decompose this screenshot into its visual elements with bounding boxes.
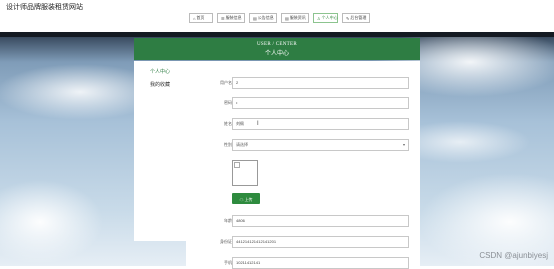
background-top-strip xyxy=(0,32,554,37)
nav-announcements[interactable]: ▤ 公告信息 xyxy=(249,13,277,23)
idcard-label: 身份证 xyxy=(220,239,232,244)
section-title-en: USER / CENTER xyxy=(256,42,297,47)
main-nav: ⌂ 首页 ☰ 服装信息 ▤ 公告信息 ▤ 服装资讯 ♙ 个人中心 ✎ 后台管理 xyxy=(189,13,374,23)
gender-label: 性别 xyxy=(224,142,232,147)
avatar-preview xyxy=(232,160,258,186)
username-row: 用户名 2 xyxy=(186,77,420,89)
name-row: 姓名 刘佩 xyxy=(186,118,420,130)
top-bar: 设计师品牌服装租赁网站 ⌂ 首页 ☰ 服装信息 ▤ 公告信息 ▤ 服装资讯 ♙ … xyxy=(0,0,554,32)
broken-image-icon xyxy=(234,162,240,168)
user-icon: ♙ xyxy=(317,15,321,21)
gender-select[interactable]: 请选择 ▾ xyxy=(232,139,409,151)
nav-personal-center[interactable]: ♙ 个人中心 xyxy=(313,13,338,23)
age-label: 年龄 xyxy=(224,218,232,223)
nav-label: 个人中心 xyxy=(321,15,338,20)
idcard-row: 身份证 441214121412141201 xyxy=(186,236,420,248)
sidebar: 个人中心 我的收藏 xyxy=(134,61,186,241)
section-title-zh: 个人中心 xyxy=(264,51,289,57)
phone-row: 手机 10211412141 xyxy=(186,257,420,269)
profile-form: 用户名 2 密码 • 姓名 刘佩 性别 请选择 ▾ ☁ 上传图片 年龄 4806… xyxy=(186,61,420,269)
sidebar-item-personal-center[interactable]: 个人中心 xyxy=(150,68,170,75)
list-icon: ☰ xyxy=(221,15,225,21)
site-title: 设计师品牌服装租赁网站 xyxy=(6,4,83,11)
nav-clothing-info[interactable]: ☰ 服装信息 xyxy=(217,13,245,23)
chevron-down-icon: ▾ xyxy=(402,142,405,147)
nav-label: 后台管理 xyxy=(350,15,367,20)
nav-home[interactable]: ⌂ 首页 xyxy=(189,13,213,23)
password-row: 密码 • xyxy=(186,97,420,109)
password-label: 密码 xyxy=(224,100,232,105)
name-label: 姓名 xyxy=(224,121,232,126)
phone-label: 手机 xyxy=(224,260,232,265)
phone-field[interactable]: 10211412141 xyxy=(232,257,409,269)
username-label: 用户名 xyxy=(220,80,232,85)
doc-icon: ▤ xyxy=(253,15,257,21)
news-icon: ▤ xyxy=(285,15,289,21)
cloud-upload-icon: ☁ xyxy=(239,197,244,202)
nav-label: 服装资讯 xyxy=(289,15,306,20)
username-field[interactable]: 2 xyxy=(232,77,409,89)
nav-label: 公告信息 xyxy=(257,15,274,20)
nav-admin[interactable]: ✎ 后台管理 xyxy=(342,13,370,23)
age-field[interactable]: 4806 xyxy=(232,215,409,227)
gender-select-value: 请选择 xyxy=(236,142,248,147)
age-row: 年龄 4806 xyxy=(186,215,420,227)
nav-label: 服装信息 xyxy=(225,15,242,20)
gender-row: 性别 请选择 ▾ xyxy=(186,139,420,151)
nav-label: 首页 xyxy=(196,15,205,20)
idcard-field[interactable]: 441214121412141201 xyxy=(232,236,409,248)
csdn-watermark: CSDN @ajunbiyesj xyxy=(479,251,548,260)
nav-clothing-news[interactable]: ▤ 服装资讯 xyxy=(281,13,309,23)
password-field[interactable]: • xyxy=(232,97,409,109)
section-header: USER / CENTER 个人中心 xyxy=(134,38,420,60)
wrench-icon: ✎ xyxy=(346,15,350,21)
text-cursor-icon: I xyxy=(257,121,259,127)
upload-button-label: 上传图片 xyxy=(242,197,253,213)
upload-image-button[interactable]: ☁ 上传图片 xyxy=(232,193,260,213)
sidebar-item-favorites[interactable]: 我的收藏 xyxy=(150,81,170,88)
home-icon: ⌂ xyxy=(193,15,196,21)
